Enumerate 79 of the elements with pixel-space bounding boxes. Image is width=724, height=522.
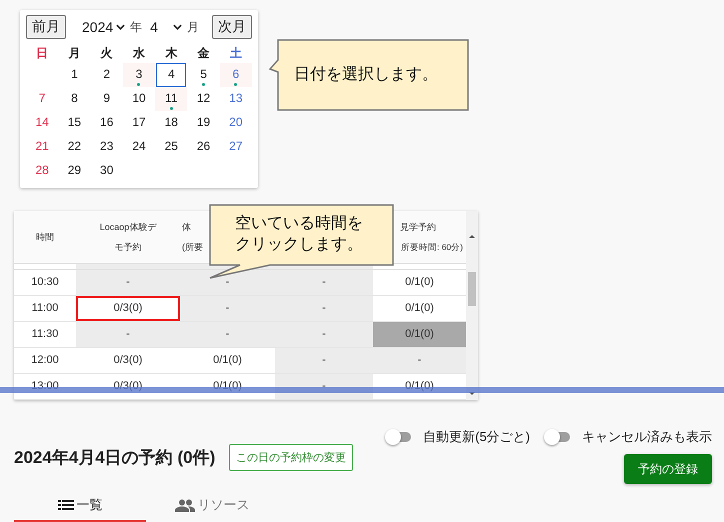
year-label: 年: [130, 18, 142, 36]
toggle-label: キャンセル済みも表示: [582, 428, 712, 446]
calendar-day[interactable]: 18: [155, 111, 188, 135]
calendar-day[interactable]: 3: [122, 63, 156, 87]
year-select[interactable]: 2024: [82, 19, 126, 35]
calendar-day[interactable]: 15: [58, 111, 91, 135]
slot-cell[interactable]: -: [180, 270, 275, 295]
register-button[interactable]: 予約の登録: [624, 454, 712, 484]
column-subtitle: 所要時間: 60分): [400, 241, 463, 254]
calendar-day[interactable]: 7: [26, 87, 58, 111]
column-subtitle: (所要: [182, 241, 203, 254]
weekday-label: 日: [35, 45, 50, 62]
prev-month-button[interactable]: 前月: [26, 15, 66, 39]
scrollbar[interactable]: [466, 211, 478, 400]
callout-text: 空いている時間をクリックします。: [235, 214, 364, 255]
change-slots-button[interactable]: この日の予約枠の変更: [229, 444, 354, 470]
calendar-day[interactable]: 27: [220, 135, 252, 159]
scrollbar-thumb[interactable]: [468, 272, 476, 306]
weekday-label: 火: [99, 45, 114, 62]
slot-cell[interactable]: -: [373, 348, 466, 373]
calendar-day[interactable]: 28: [26, 159, 58, 183]
month-label: 月: [186, 18, 199, 36]
slot-cell[interactable]: -: [76, 322, 180, 347]
calendar-day[interactable]: 12: [187, 87, 220, 111]
toggle-switch[interactable]: [385, 429, 414, 445]
slot-cell[interactable]: 0/1(0): [373, 322, 466, 347]
calendar-day[interactable]: 29: [58, 159, 91, 183]
list-icon: [58, 499, 74, 511]
toggle-switch[interactable]: [544, 429, 572, 445]
calendar-day[interactable]: 14: [26, 111, 58, 135]
slot-cell[interactable]: -: [76, 270, 180, 295]
calendar-day[interactable]: 5: [187, 63, 220, 87]
calendar-day[interactable]: 11: [155, 87, 188, 111]
weekday-label: 土: [228, 45, 243, 62]
calendar-day[interactable]: 16: [90, 111, 123, 135]
calendar-day[interactable]: 2: [90, 63, 123, 87]
callout-text: 日付を選択します。: [294, 65, 438, 85]
toggle-label: 自動更新(5分ごと): [423, 428, 530, 446]
calendar-day[interactable]: 30: [90, 159, 123, 183]
calendar-day[interactable]: 9: [90, 87, 123, 111]
calendar-day[interactable]: 22: [58, 135, 91, 159]
calendar-day[interactable]: 25: [155, 135, 188, 159]
month-select[interactable]: 4: [150, 19, 182, 35]
next-month-button[interactable]: 次月: [212, 15, 252, 39]
calendar-day[interactable]: 21: [26, 135, 58, 159]
calendar-day[interactable]: 20: [220, 111, 252, 135]
column-header: 時間: [36, 231, 54, 244]
calendar-day[interactable]: 1: [58, 63, 91, 87]
chevron-icon: [172, 24, 182, 30]
calendar-day[interactable]: 10: [122, 87, 156, 111]
weekday-label: 金: [196, 45, 211, 62]
calendar-day[interactable]: 26: [187, 135, 220, 159]
reservations-heading: 2024年4月4日の予約 (0件): [14, 446, 216, 468]
calendar-day[interactable]: 8: [58, 87, 91, 111]
slot-cell[interactable]: -: [275, 296, 373, 321]
weekday-label: 月: [67, 45, 82, 62]
calendar-day[interactable]: 4: [156, 63, 186, 87]
calendar-day[interactable]: 17: [122, 111, 156, 135]
tab[interactable]: 一覧: [14, 490, 146, 522]
calendar-day[interactable]: 13: [220, 87, 252, 111]
people-icon: [174, 498, 194, 512]
slot-cell[interactable]: -: [275, 270, 373, 295]
column-header: Locaop体験デモ予約: [98, 221, 158, 254]
calendar-day[interactable]: 24: [122, 135, 156, 159]
slot-cell[interactable]: -: [180, 322, 275, 347]
chevron-icon: [116, 24, 126, 30]
slot-cell[interactable]: 0/3(0): [76, 296, 180, 321]
weekday-label: 水: [132, 45, 146, 62]
calendar-day[interactable]: 23: [90, 135, 123, 159]
slot-cell[interactable]: -: [180, 296, 275, 321]
calendar-day[interactable]: 19: [187, 111, 220, 135]
calendar-day[interactable]: 6: [220, 63, 252, 87]
slot-cell[interactable]: -: [275, 322, 373, 347]
slot-cell[interactable]: -: [275, 348, 373, 373]
tab[interactable]: リソース: [146, 490, 278, 522]
column-header: 体: [182, 221, 191, 234]
scroll-up-icon[interactable]: [468, 233, 476, 239]
weekday-label: 木: [164, 45, 178, 62]
column-header: 見学予約: [400, 221, 436, 234]
